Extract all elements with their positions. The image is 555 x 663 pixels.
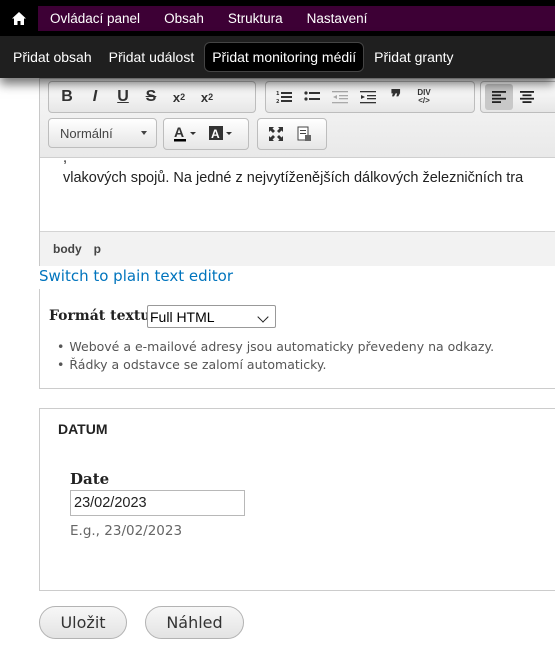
align-group bbox=[480, 81, 555, 113]
rich-text-editor: B I U S x2 x2 12 ❞ DIV </> Normální A A … bbox=[39, 78, 555, 266]
home-icon[interactable] bbox=[0, 0, 38, 36]
path-item-p[interactable]: p bbox=[94, 242, 101, 256]
shortcut-add-media-monitoring[interactable]: Přidat monitoring médií bbox=[204, 42, 365, 72]
admin-toolbar: Ovládací panel Obsah Struktura Nastavení bbox=[0, 0, 555, 36]
editor-text-line: vlakových spojů. Na jedné z nejvytíženěj… bbox=[63, 170, 524, 186]
datum-legend: DATUM bbox=[58, 421, 108, 437]
shortcut-add-grants[interactable]: Přidat granty bbox=[367, 43, 460, 71]
indent-icon[interactable] bbox=[354, 84, 382, 110]
admin-menu-item-settings[interactable]: Nastavení bbox=[295, 11, 380, 26]
basic-styles-group: B I U S x2 x2 bbox=[48, 81, 256, 113]
numbered-list-icon[interactable]: 12 bbox=[270, 84, 298, 110]
path-item-body[interactable]: body bbox=[53, 242, 82, 256]
admin-menu-item-structure[interactable]: Struktura bbox=[216, 11, 295, 26]
superscript-icon[interactable]: x2 bbox=[193, 84, 221, 110]
editor-content[interactable]: , vlakových spojů. Na jedné z nejvytížen… bbox=[40, 159, 555, 231]
shortcut-add-event[interactable]: Přidat událost bbox=[102, 43, 202, 71]
text-color-icon[interactable]: A bbox=[168, 121, 204, 147]
blockquote-icon[interactable]: ❞ bbox=[382, 84, 410, 110]
italic-icon[interactable]: I bbox=[81, 84, 109, 110]
preview-button[interactable]: Náhled bbox=[145, 606, 244, 639]
editor-toolbar: B I U S x2 x2 12 ❞ DIV </> Normální A A bbox=[40, 79, 555, 158]
admin-menu-item-content[interactable]: Obsah bbox=[152, 11, 216, 26]
text-format-tip: Webové a e-mailové adresy jsou automatic… bbox=[57, 338, 494, 356]
subscript-icon[interactable]: x2 bbox=[165, 84, 193, 110]
shortcut-bar: Přidat obsah Přidat událost Přidat monit… bbox=[0, 36, 555, 78]
format-combo-value: Normální bbox=[60, 125, 113, 141]
bold-icon[interactable]: B bbox=[53, 84, 81, 110]
date-input[interactable] bbox=[70, 490, 245, 516]
outdent-icon[interactable] bbox=[326, 84, 354, 110]
strikethrough-icon[interactable]: S bbox=[137, 84, 165, 110]
switch-to-plain-text-link[interactable]: Switch to plain text editor bbox=[39, 267, 233, 285]
text-format-label: Formát textu bbox=[49, 308, 151, 324]
tools-group bbox=[257, 118, 327, 150]
colors-group: A A bbox=[163, 118, 249, 150]
text-format-wrapper: Formát textu Full HTML Webové a e-mailov… bbox=[39, 289, 555, 389]
svg-text:1: 1 bbox=[276, 91, 280, 97]
chevron-down-icon bbox=[141, 131, 147, 135]
text-format-select[interactable]: Full HTML bbox=[147, 305, 276, 328]
div-container-icon[interactable]: DIV </> bbox=[410, 84, 438, 110]
element-path-bar: body p bbox=[40, 231, 555, 266]
date-label: Date bbox=[70, 470, 110, 488]
svg-text:2: 2 bbox=[276, 99, 280, 104]
admin-menu-item-dashboard[interactable]: Ovládací panel bbox=[38, 11, 152, 26]
format-combo[interactable]: Normální bbox=[48, 118, 157, 148]
svg-text:A: A bbox=[211, 127, 220, 141]
date-hint: E.g., 23/02/2023 bbox=[70, 523, 183, 539]
bulleted-list-icon[interactable] bbox=[298, 84, 326, 110]
editor-text-line: , bbox=[63, 159, 67, 166]
text-format-tips: Webové a e-mailové adresy jsou automatic… bbox=[57, 338, 494, 374]
align-center-icon[interactable] bbox=[513, 84, 541, 110]
admin-menu: Ovládací panel Obsah Struktura Nastavení bbox=[38, 6, 555, 31]
datum-fieldset: DATUM Date E.g., 23/02/2023 bbox=[39, 408, 555, 591]
source-icon[interactable] bbox=[290, 121, 318, 147]
background-color-icon[interactable]: A bbox=[204, 121, 240, 147]
text-format-tip: Řádky a odstavce se zalomí automaticky. bbox=[57, 356, 494, 374]
paragraph-group: 12 ❞ DIV </> bbox=[265, 81, 475, 113]
svg-text:A: A bbox=[174, 125, 184, 140]
save-button[interactable]: Uložit bbox=[39, 606, 127, 639]
align-left-icon[interactable] bbox=[485, 84, 513, 110]
underline-icon[interactable]: U bbox=[109, 84, 137, 110]
maximize-icon[interactable] bbox=[262, 121, 290, 147]
shortcut-add-content[interactable]: Přidat obsah bbox=[6, 43, 99, 71]
